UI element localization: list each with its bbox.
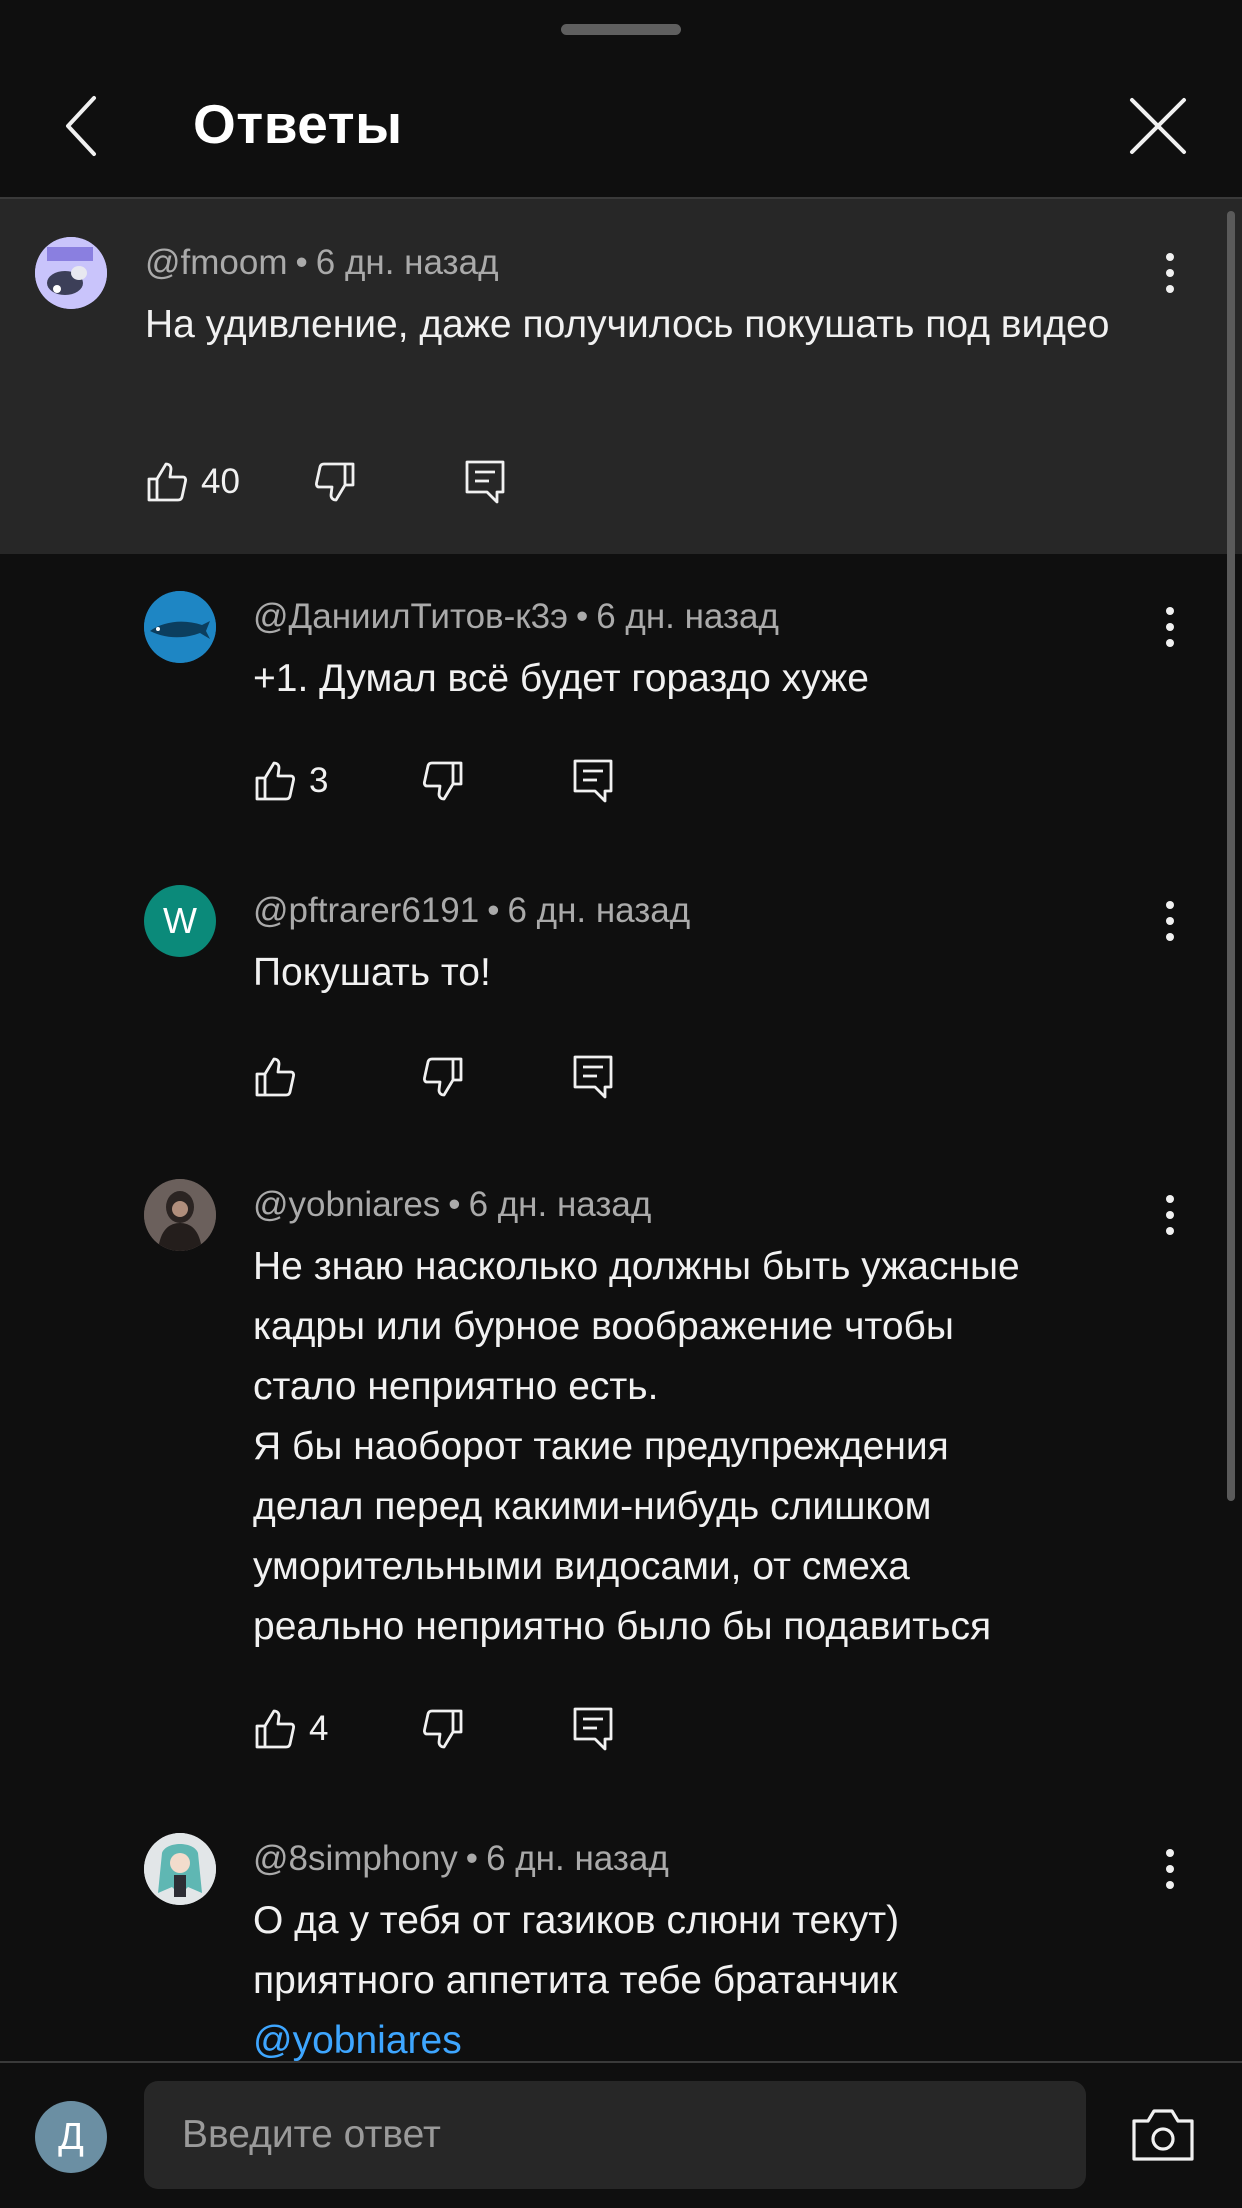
avatar[interactable] [35,237,107,309]
more-vert-icon [1166,1849,1174,1889]
user-avatar[interactable]: Д [35,2101,107,2173]
author-name[interactable]: @8simphony [253,1839,458,1878]
comment-text-line: О да у тебя от газиков слюни текут) [253,1899,900,1942]
comment-meta: @yobniares • 6 дн. назад [253,1185,652,1224]
comment-text: О да у тебя от газиков слюни текут) прия… [253,1891,1173,2061]
author-name[interactable]: @yobniares [253,1185,440,1224]
thumb-down-icon [422,1709,463,1749]
reply-icon [573,759,613,803]
comment-text-line: делал перед какими-нибудь слишком [253,1485,932,1528]
avatar[interactable] [144,1833,216,1905]
comment-text-line: Не знаю насколько должны быть ужасные [253,1245,1020,1288]
thumb-up-icon [255,1057,296,1097]
back-button[interactable] [48,90,120,162]
reply-icon [573,1707,613,1751]
reply-icon [573,1055,613,1099]
more-vert-icon [1166,901,1174,941]
mention-link[interactable]: @yobniares [253,2011,1173,2061]
like-button[interactable]: 40 [145,452,240,512]
reply-comment: @8simphony • 6 дн. назад О да у тебя от га… [0,1796,1242,2061]
avatar[interactable] [144,591,216,663]
reply-button[interactable] [463,452,523,512]
like-count: 3 [309,761,329,800]
comment-meta: @8simphony • 6 дн. назад [253,1839,669,1878]
reply-button[interactable] [571,1699,631,1759]
dislike-button[interactable] [421,751,481,811]
comment-actions: 40 [145,452,545,522]
close-icon [1130,98,1186,154]
reply-comment: @ДаниилТитов-к3э • 6 дн. назад +1. Думал в… [0,554,1242,848]
camera-icon [1132,2109,1194,2161]
comment-text-line: кадры или бурное воображение чтобы [253,1305,954,1348]
more-options-button[interactable] [1150,1839,1190,1899]
timestamp: 6 дн. назад [596,597,779,636]
more-options-button[interactable] [1150,597,1190,657]
page-title: Ответы [193,93,403,155]
thumb-down-icon [422,761,463,801]
timestamp: 6 дн. назад [315,243,499,282]
comment-meta: @fmoom • 6 дн. назад [145,243,499,282]
comment-text-line: уморительными видосами, от смеха [253,1545,910,1588]
more-vert-icon [1166,253,1174,293]
thumb-down-icon [422,1057,463,1097]
thumb-up-icon [255,1709,296,1749]
reply-icon [465,460,505,504]
avatar[interactable]: W [144,885,216,957]
more-options-button[interactable] [1150,243,1190,303]
comment-text-line: стало неприятно есть. [253,1365,659,1408]
timestamp: 6 дн. назад [468,1185,652,1224]
back-arrow-icon [66,96,96,156]
comment-text: +1. Думал всё будет гораздо хуже [253,657,869,700]
comment-text-line: приятного аппетита тебе братанчик [253,1959,898,2002]
comment-actions [253,1047,653,1117]
reply-composer: Д [0,2063,1242,2208]
thumb-up-icon [255,761,296,801]
like-button[interactable] [253,1047,297,1107]
more-options-button[interactable] [1150,1185,1190,1245]
author-name[interactable]: @ДаниилТитов-к3э [253,597,568,636]
comment-actions: 4 [253,1699,653,1769]
reply-button[interactable] [571,751,631,811]
close-button[interactable] [1122,90,1194,162]
like-button[interactable]: 3 [253,751,328,811]
drag-handle[interactable] [561,24,681,35]
reply-comment: W @pftrarer6191 • 6 дн. назад Покушать то! [0,848,1242,1142]
parent-comment: @fmoom • 6 дн. назад На удивление, даже по… [0,199,1242,554]
thumb-down-icon [314,462,355,502]
comment-text: Покушать то! [253,951,491,994]
replies-list[interactable]: @fmoom • 6 дн. назад На удивление, даже по… [0,199,1242,2061]
like-count: 4 [309,1709,329,1748]
more-options-button[interactable] [1150,891,1190,951]
comment-meta: @pftrarer6191 • 6 дн. назад [253,891,691,930]
reply-comment: @yobniares • 6 дн. назад Не знаю насколько… [0,1142,1242,1796]
avatar[interactable] [144,1179,216,1251]
scrollbar[interactable] [1227,211,1235,1501]
header: Ответы [0,60,1242,198]
comment-actions: 3 [253,751,653,821]
avatar-letter: W [163,900,197,941]
timestamp: 6 дн. назад [507,891,691,930]
dislike-button[interactable] [421,1047,481,1107]
comment-text: На удивление, даже получилось покушать п… [145,303,1110,346]
comment-text-line: Я бы наоборот такие предупреждения [253,1425,949,1468]
author-name[interactable]: @pftrarer6191 [253,891,479,930]
reply-input[interactable] [144,2081,1086,2189]
comment-meta: @ДаниилТитов-к3э • 6 дн. назад [253,597,779,636]
more-vert-icon [1166,1195,1174,1235]
comment-text-line: реально неприятно было бы подавиться [253,1605,992,1648]
like-button[interactable]: 4 [253,1699,328,1759]
timestamp: 6 дн. назад [486,1839,669,1878]
user-avatar-letter: Д [58,2115,84,2158]
thumb-up-icon [147,462,188,502]
more-vert-icon [1166,607,1174,647]
reply-button[interactable] [571,1047,631,1107]
dislike-button[interactable] [421,1699,481,1759]
author-name[interactable]: @fmoom [145,243,288,282]
like-count: 40 [201,462,240,501]
comment-text: Не знаю насколько должны быть ужасные ка… [253,1237,1173,1657]
camera-button[interactable] [1130,2105,1196,2165]
dislike-button[interactable] [313,452,373,512]
